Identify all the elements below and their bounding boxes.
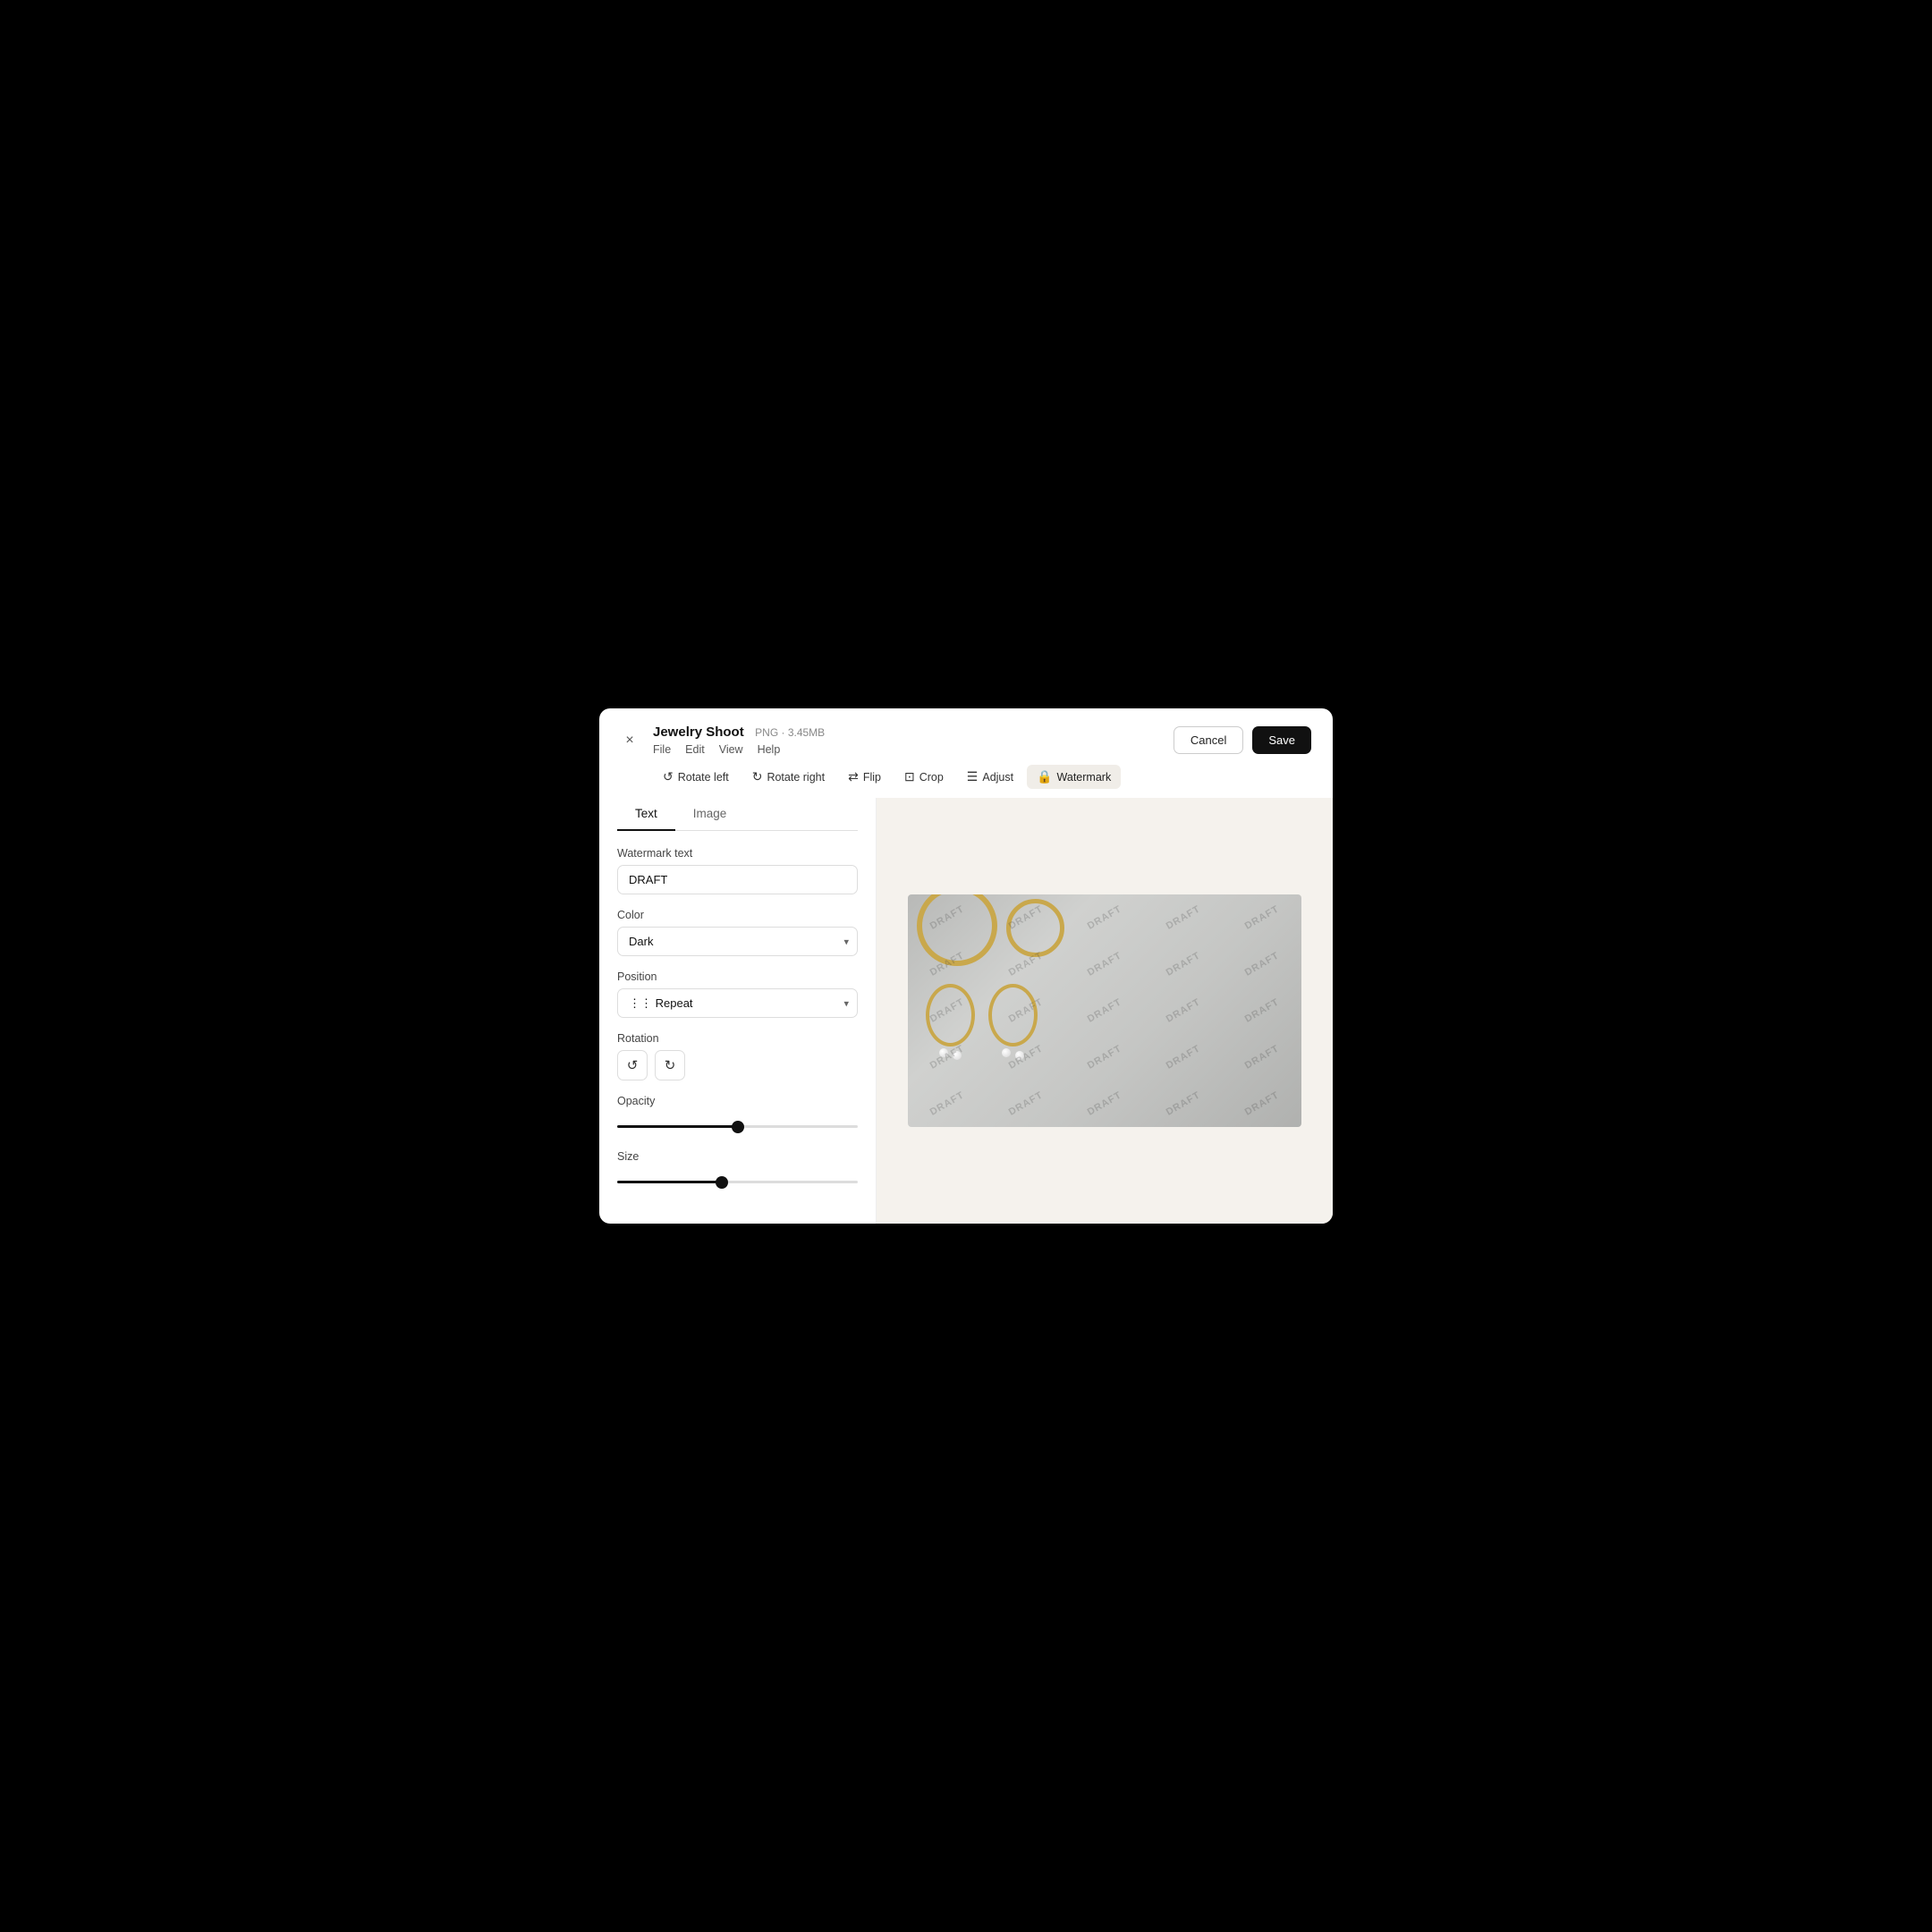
earring-ring-small2 xyxy=(988,984,1038,1046)
opacity-group: Opacity xyxy=(617,1095,858,1136)
flip-label: Flip xyxy=(863,771,881,784)
position-select[interactable]: ⋮⋮ Repeat Center Top Left Top Right Bott… xyxy=(617,988,858,1018)
crop-label: Crop xyxy=(919,771,944,784)
pearl4 xyxy=(1015,1051,1024,1060)
size-group: Size xyxy=(617,1150,858,1191)
color-group: Color Dark Light Custom ▾ xyxy=(617,909,858,956)
menu-file[interactable]: File xyxy=(653,743,671,756)
flip-button[interactable]: ⇄ Flip xyxy=(838,765,891,789)
modal-header: × Jewelry Shoot PNG · 3.45MB File Edit V… xyxy=(599,708,1333,756)
position-select-wrap: ⋮⋮ Repeat Center Top Left Top Right Bott… xyxy=(617,988,858,1018)
opacity-slider-wrap xyxy=(617,1113,858,1136)
file-title: Jewelry Shoot xyxy=(653,724,744,740)
pearl2 xyxy=(953,1051,962,1060)
position-group: Position ⋮⋮ Repeat Center Top Left Top R… xyxy=(617,970,858,1018)
title-block: Jewelry Shoot PNG · 3.45MB File Edit Vie… xyxy=(653,724,1163,756)
rotation-buttons: ↺ ↻ xyxy=(617,1050,858,1080)
earring-ring-large xyxy=(917,894,997,966)
draft-cell: DRAFT xyxy=(1216,970,1301,1050)
draft-cell: DRAFT xyxy=(1138,1063,1229,1127)
draft-cell: DRAFT xyxy=(1216,924,1301,1004)
photo-background: DRAFT DRAFT DRAFT DRAFT DRAFT DRAFT DRAF… xyxy=(908,894,1301,1127)
position-label: Position xyxy=(617,970,858,983)
rotation-cw-button[interactable]: ↻ xyxy=(655,1050,685,1080)
rotate-right-button[interactable]: ↻ Rotate right xyxy=(742,765,835,789)
sidebar-panel: Text Image Watermark text Color Dark Lig… xyxy=(599,798,877,1224)
size-slider[interactable] xyxy=(617,1181,858,1183)
menu-edit[interactable]: Edit xyxy=(685,743,705,756)
color-label: Color xyxy=(617,909,858,921)
draft-cell: DRAFT xyxy=(1216,1063,1301,1127)
menu-view[interactable]: View xyxy=(719,743,743,756)
sidebar-tabs: Text Image xyxy=(617,798,858,831)
opacity-slider[interactable] xyxy=(617,1125,858,1128)
adjust-button[interactable]: ☰ Adjust xyxy=(957,765,1023,789)
size-slider-wrap xyxy=(617,1168,858,1191)
menu-bar: File Edit View Help xyxy=(653,743,1163,756)
flip-icon: ⇄ xyxy=(848,769,859,784)
draft-cell: DRAFT xyxy=(1138,970,1229,1050)
earring-ring-small1 xyxy=(926,984,975,1046)
color-select[interactable]: Dark Light Custom xyxy=(617,927,858,956)
editor-body: Text Image Watermark text Color Dark Lig… xyxy=(599,798,1333,1224)
draft-cell: DRAFT xyxy=(1216,1017,1301,1097)
draft-cell: DRAFT xyxy=(1059,894,1150,958)
rotate-right-icon: ↻ xyxy=(752,769,763,784)
rotate-left-icon: ↺ xyxy=(663,769,674,784)
draft-cell: DRAFT xyxy=(980,1063,1072,1127)
earring-ring-medium xyxy=(1006,899,1064,957)
image-preview-area: DRAFT DRAFT DRAFT DRAFT DRAFT DRAFT DRAF… xyxy=(877,798,1333,1224)
watermark-text-group: Watermark text xyxy=(617,847,858,894)
draft-cell: DRAFT xyxy=(1216,894,1301,958)
watermark-label: Watermark xyxy=(1057,771,1112,784)
image-canvas: DRAFT DRAFT DRAFT DRAFT DRAFT DRAFT DRAF… xyxy=(908,894,1301,1127)
cancel-button[interactable]: Cancel xyxy=(1174,726,1243,754)
rotate-left-label: Rotate left xyxy=(678,771,729,784)
draft-cell: DRAFT xyxy=(1138,924,1229,1004)
rotate-left-button[interactable]: ↺ Rotate left xyxy=(653,765,739,789)
crop-icon: ⊡ xyxy=(904,769,915,784)
pearl3 xyxy=(1002,1048,1011,1057)
save-button[interactable]: Save xyxy=(1252,726,1311,754)
draft-cell: DRAFT xyxy=(1138,1017,1229,1097)
adjust-icon: ☰ xyxy=(967,769,979,784)
file-meta: PNG · 3.45MB xyxy=(755,726,825,739)
draft-cell: DRAFT xyxy=(1059,1063,1150,1127)
tab-image[interactable]: Image xyxy=(675,798,745,831)
opacity-label: Opacity xyxy=(617,1095,858,1107)
watermark-text-input[interactable] xyxy=(617,865,858,894)
draft-cell: DRAFT xyxy=(908,1063,993,1127)
rotation-group: Rotation ↺ ↻ xyxy=(617,1032,858,1080)
crop-button[interactable]: ⊡ Crop xyxy=(894,765,953,789)
rotation-ccw-button[interactable]: ↺ xyxy=(617,1050,648,1080)
draft-cell: DRAFT xyxy=(1059,970,1150,1050)
rotation-label: Rotation xyxy=(617,1032,858,1045)
toolbar: ↺ Rotate left ↻ Rotate right ⇄ Flip ⊡ Cr… xyxy=(599,756,1333,789)
header-actions: Cancel Save xyxy=(1174,726,1311,754)
watermark-text-label: Watermark text xyxy=(617,847,858,860)
close-button[interactable]: × xyxy=(617,728,642,753)
menu-help[interactable]: Help xyxy=(758,743,781,756)
pearl1 xyxy=(939,1048,948,1057)
draft-cell: DRAFT xyxy=(1059,1017,1150,1097)
color-select-wrap: Dark Light Custom ▾ xyxy=(617,927,858,956)
tab-text[interactable]: Text xyxy=(617,798,675,831)
draft-cell: DRAFT xyxy=(1059,924,1150,1004)
close-icon: × xyxy=(625,733,633,749)
adjust-label: Adjust xyxy=(982,771,1013,784)
rotate-right-label: Rotate right xyxy=(767,771,825,784)
size-label: Size xyxy=(617,1150,858,1163)
watermark-icon: 🔒 xyxy=(1037,769,1052,784)
editor-modal: × Jewelry Shoot PNG · 3.45MB File Edit V… xyxy=(599,708,1333,1224)
watermark-button[interactable]: 🔒 Watermark xyxy=(1027,765,1121,789)
draft-cell: DRAFT xyxy=(1138,894,1229,958)
